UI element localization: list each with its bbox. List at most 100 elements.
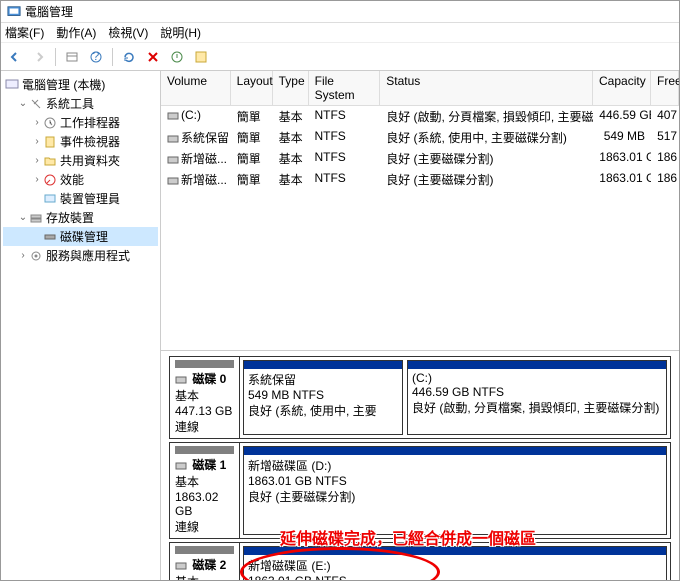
disk-label-bar xyxy=(175,446,234,454)
help-button[interactable]: ? xyxy=(86,47,106,67)
tree-label: 服務與應用程式 xyxy=(46,247,130,264)
partition-title: 新增磁碟區 (E:) xyxy=(248,557,662,574)
cell-capacity: 1863.01 GB xyxy=(593,149,651,168)
toolbar-separator xyxy=(112,48,113,66)
disk-management-window: 電腦管理 檔案(F) 動作(A) 檢視(V) 說明(H) ? 電腦管理 (本機)… xyxy=(0,0,680,581)
collapse-icon[interactable]: ⌄ xyxy=(17,212,29,223)
partition[interactable]: 新增磁碟區 (D:)1863.01 GB NTFS良好 (主要磁碟分割) xyxy=(243,446,667,535)
list-header: Volume Layout Type File System Status Ca… xyxy=(161,71,679,106)
column-type[interactable]: Type xyxy=(273,71,309,105)
expand-icon[interactable]: › xyxy=(31,174,43,185)
column-filesystem[interactable]: File System xyxy=(309,71,381,105)
tree-task-scheduler[interactable]: › 工作排程器 xyxy=(3,113,158,132)
collapse-icon[interactable]: ⌄ xyxy=(17,98,29,109)
disk-graphic-pane[interactable]: 磁碟 0基本447.13 GB連線系統保留549 MB NTFS良好 (系統, … xyxy=(161,351,679,580)
titlebar[interactable]: 電腦管理 xyxy=(1,1,679,23)
disk-state: 連線 xyxy=(175,418,234,435)
volume-row[interactable]: 新增磁...簡單基本NTFS良好 (主要磁碟分割)1863.01 GB186 xyxy=(161,148,679,169)
menu-file[interactable]: 檔案(F) xyxy=(5,24,44,41)
device-icon xyxy=(43,192,57,206)
toolbar: ? xyxy=(1,43,679,71)
tree-root[interactable]: 電腦管理 (本機) xyxy=(3,75,158,94)
cell-status: 良好 (系統, 使用中, 主要磁碟分割) xyxy=(380,128,593,147)
partition-bar xyxy=(408,361,666,369)
volume-row[interactable]: (C:)簡單基本NTFS良好 (啟動, 分頁檔案, 損毀傾印, 主要磁碟分割)4… xyxy=(161,106,679,127)
disk-type: 基本 xyxy=(175,573,234,580)
disk-size: 447.13 GB xyxy=(175,404,234,418)
partition-bar xyxy=(244,447,666,455)
app-icon xyxy=(7,5,21,19)
disk-name: 磁碟 1 xyxy=(175,456,234,473)
column-free[interactable]: Free xyxy=(651,71,679,105)
tree-pane[interactable]: 電腦管理 (本機) ⌄ 系統工具 › 工作排程器 › 事件檢視器 › 共用資料夾 xyxy=(1,71,161,580)
tree-disk-management[interactable]: 磁碟管理 xyxy=(3,227,158,246)
column-layout[interactable]: Layout xyxy=(231,71,273,105)
forward-button[interactable] xyxy=(29,47,49,67)
cell-free: 186 xyxy=(651,149,679,168)
cell-status: 良好 (主要磁碟分割) xyxy=(380,170,593,189)
cell-volume: 新增磁... xyxy=(161,170,231,189)
disk-type: 基本 xyxy=(175,387,234,404)
partition-status: 良好 (系統, 使用中, 主要 xyxy=(248,402,398,419)
expand-icon[interactable]: › xyxy=(17,250,29,261)
tools-icon xyxy=(29,97,43,111)
column-volume[interactable]: Volume xyxy=(161,71,231,105)
settings-button[interactable] xyxy=(191,47,211,67)
tree-shared-folders[interactable]: › 共用資料夾 xyxy=(3,151,158,170)
disk-state: 連線 xyxy=(175,518,234,535)
partition[interactable]: 新增磁碟區 (E:)1863.01 GB NTFS良好 (主要磁碟分割) xyxy=(243,546,667,580)
tree-label: 裝置管理員 xyxy=(60,190,120,207)
column-status[interactable]: Status xyxy=(380,71,593,105)
tree-label: 共用資料夾 xyxy=(60,152,120,169)
expand-icon[interactable]: › xyxy=(31,117,43,128)
column-capacity[interactable]: Capacity xyxy=(593,71,651,105)
tree-label: 磁碟管理 xyxy=(60,228,108,245)
tree-performance[interactable]: › 效能 xyxy=(3,170,158,189)
menu-help[interactable]: 說明(H) xyxy=(160,24,201,41)
tree-label: 存放裝置 xyxy=(46,209,94,226)
cell-layout: 簡單 xyxy=(231,170,273,189)
tree-services[interactable]: › 服務與應用程式 xyxy=(3,246,158,265)
partition-title: (C:) xyxy=(412,371,662,385)
view-button[interactable] xyxy=(62,47,82,67)
menu-action[interactable]: 動作(A) xyxy=(56,24,96,41)
scheduler-icon xyxy=(43,116,57,130)
cell-free: 517 xyxy=(651,128,679,147)
cell-fs: NTFS xyxy=(308,107,380,126)
partition-size: 1863.01 GB NTFS xyxy=(248,574,662,580)
delete-button[interactable] xyxy=(143,47,163,67)
partition-bar xyxy=(244,361,402,369)
cell-volume: 系統保留 xyxy=(161,128,231,147)
refresh-button[interactable] xyxy=(119,47,139,67)
cell-volume: (C:) xyxy=(161,107,231,126)
folder-icon xyxy=(43,154,57,168)
partition[interactable]: 系統保留549 MB NTFS良好 (系統, 使用中, 主要 xyxy=(243,360,403,435)
tree-system-tools[interactable]: ⌄ 系統工具 xyxy=(3,94,158,113)
expand-icon[interactable]: › xyxy=(31,155,43,166)
volume-list[interactable]: Volume Layout Type File System Status Ca… xyxy=(161,71,679,351)
menu-view[interactable]: 檢視(V) xyxy=(108,24,148,41)
tree-event-viewer[interactable]: › 事件檢視器 xyxy=(3,132,158,151)
partition-status: 良好 (主要磁碟分割) xyxy=(248,488,662,505)
computer-icon xyxy=(5,78,19,92)
disk-block[interactable]: 磁碟 0基本447.13 GB連線系統保留549 MB NTFS良好 (系統, … xyxy=(169,356,671,439)
disk-label: 磁碟 2基本1863.02 GB連線 xyxy=(170,543,240,580)
partition[interactable]: (C:)446.59 GB NTFS良好 (啟動, 分頁檔案, 損毀傾印, 主要… xyxy=(407,360,667,435)
cell-status: 良好 (主要磁碟分割) xyxy=(380,149,593,168)
disk-type: 基本 xyxy=(175,473,234,490)
expand-icon[interactable]: › xyxy=(31,136,43,147)
cell-layout: 簡單 xyxy=(231,128,273,147)
partition-title: 系統保留 xyxy=(248,371,398,388)
tree-device-manager[interactable]: 裝置管理員 xyxy=(3,189,158,208)
back-button[interactable] xyxy=(5,47,25,67)
partition-status: 良好 (啟動, 分頁檔案, 損毀傾印, 主要磁碟分割) xyxy=(412,399,662,416)
volume-row[interactable]: 系統保留簡單基本NTFS良好 (系統, 使用中, 主要磁碟分割)549 MB51… xyxy=(161,127,679,148)
tree-storage[interactable]: ⌄ 存放裝置 xyxy=(3,208,158,227)
tree-label: 工作排程器 xyxy=(60,114,120,131)
disk-label: 磁碟 0基本447.13 GB連線 xyxy=(170,357,240,438)
cell-type: 基本 xyxy=(273,128,309,147)
right-pane: Volume Layout Type File System Status Ca… xyxy=(161,71,679,580)
properties-button[interactable] xyxy=(167,47,187,67)
volume-row[interactable]: 新增磁...簡單基本NTFS良好 (主要磁碟分割)1863.01 GB186 xyxy=(161,169,679,190)
disk-block[interactable]: 磁碟 2基本1863.02 GB連線延伸磁碟完成，已經合併成一個磁區新增磁碟區 … xyxy=(169,542,671,580)
